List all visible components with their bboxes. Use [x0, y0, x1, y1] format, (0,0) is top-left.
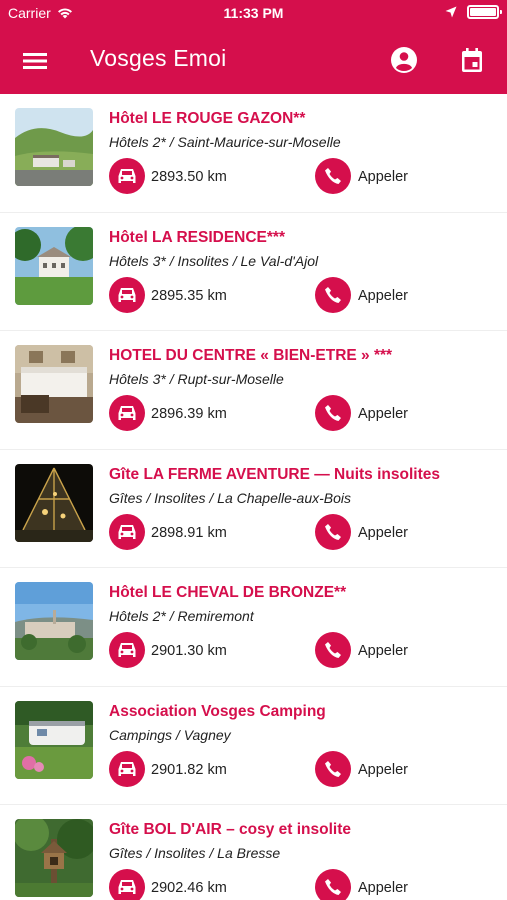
app-header: Carrier 11:33 PM Vosges Emoi [0, 0, 507, 94]
listing-categories: Gîtes / Insolites / La Bresse [109, 845, 281, 861]
phone-icon [325, 879, 341, 895]
car-icon [118, 524, 136, 539]
directions-button[interactable] [109, 276, 145, 313]
phone-icon [325, 523, 341, 540]
listing-distance: 2898.91 km [151, 524, 227, 541]
calendar-icon[interactable] [459, 47, 485, 73]
list-item[interactable]: Gîte BOL D'AIR – cosy et insolite Gîtes … [0, 805, 507, 900]
listing-thumbnail [15, 819, 93, 897]
listing-categories: Hôtels 3* / Rupt-sur-Moselle [109, 371, 284, 387]
directions-button[interactable] [109, 632, 145, 668]
phone-icon [325, 760, 341, 777]
car-icon [118, 761, 136, 776]
phone-icon [325, 405, 341, 421]
call-label[interactable]: Appeler [358, 762, 408, 778]
car-icon [118, 643, 136, 657]
listing-distance: 2901.30 km [151, 643, 227, 659]
listing-distance: 2895.35 km [151, 287, 227, 304]
listing-distance: 2901.82 km [151, 761, 227, 778]
directions-button[interactable] [109, 395, 145, 431]
directions-button[interactable] [109, 158, 145, 194]
list-item[interactable]: Hôtel LE CHEVAL DE BRONZE** Hôtels 2* / … [0, 568, 507, 687]
directions-button[interactable] [109, 750, 145, 787]
account-icon[interactable] [390, 46, 418, 74]
app-title: Vosges Emoi [90, 45, 227, 71]
listing-categories: Hôtels 2* / Saint-Maurice-sur-Moselle [109, 134, 341, 150]
call-label[interactable]: Appeler [358, 406, 408, 422]
call-label[interactable]: Appeler [358, 525, 408, 541]
list-item[interactable]: Gîte LA FERME AVENTURE — Nuits insolites… [0, 450, 507, 568]
call-label[interactable]: Appeler [358, 643, 408, 659]
call-label[interactable]: Appeler [358, 880, 408, 896]
listing-title: Hôtel LE ROUGE GAZON** [109, 110, 306, 127]
status-time: 11:33 PM [223, 5, 284, 21]
listing-list: Hôtel LE ROUGE GAZON** Hôtels 2* / Saint… [0, 94, 507, 900]
menu-icon[interactable] [22, 48, 48, 74]
car-icon [118, 406, 136, 420]
call-button[interactable] [315, 276, 351, 313]
status-bar: Carrier 11:33 PM [0, 0, 507, 28]
battery-icon [467, 5, 502, 19]
listing-thumbnail [15, 463, 93, 542]
car-icon [118, 169, 136, 183]
phone-icon [325, 168, 341, 184]
directions-button[interactable] [109, 513, 145, 550]
list-item[interactable]: Hôtel LE ROUGE GAZON** Hôtels 2* / Saint… [0, 94, 507, 213]
listing-distance: 2902.46 km [151, 880, 227, 896]
listing-categories: Hôtels 2* / Remiremont [109, 608, 254, 624]
listing-title: Hôtel LA RESIDENCE*** [109, 228, 285, 246]
listing-categories: Campings / Vagney [109, 726, 231, 743]
listing-thumbnail [15, 108, 93, 186]
status-right [445, 5, 502, 19]
call-button[interactable] [315, 750, 351, 787]
listing-distance: 2893.50 km [151, 169, 227, 185]
listing-title: Hôtel LE CHEVAL DE BRONZE** [109, 584, 347, 601]
call-label[interactable]: Appeler [358, 169, 408, 185]
listing-categories: Hôtels 3* / Insolites / Le Val-d'Ajol [109, 252, 319, 269]
directions-button[interactable] [109, 869, 145, 900]
listing-distance: 2896.39 km [151, 406, 227, 422]
call-button[interactable] [315, 513, 351, 550]
location-arrow-icon [445, 6, 457, 18]
list-item[interactable]: Hôtel LA RESIDENCE*** Hôtels 3* / Insoli… [0, 213, 507, 331]
list-item[interactable]: HOTEL DU CENTRE « BIEN-ETRE » *** Hôtels… [0, 331, 507, 450]
listing-categories: Gîtes / Insolites / La Chapelle-aux-Bois [109, 489, 352, 506]
call-button[interactable] [315, 395, 351, 431]
list-item[interactable]: Association Vosges Camping Campings / Va… [0, 687, 507, 805]
listing-title: Gîte LA FERME AVENTURE — Nuits insolites [109, 465, 440, 483]
call-button[interactable] [315, 632, 351, 668]
phone-icon [325, 286, 341, 303]
call-label[interactable]: Appeler [358, 288, 408, 304]
nav-bar: Vosges Emoi [0, 28, 507, 94]
listing-title: Association Vosges Camping [109, 702, 326, 720]
listing-thumbnail [15, 582, 93, 660]
listing-title: Gîte BOL D'AIR – cosy et insolite [109, 821, 351, 838]
call-button[interactable] [315, 869, 351, 900]
listing-thumbnail [15, 226, 93, 305]
call-button[interactable] [315, 158, 351, 194]
listing-title: HOTEL DU CENTRE « BIEN-ETRE » *** [109, 347, 393, 364]
car-icon [118, 287, 136, 302]
listing-thumbnail [15, 345, 93, 423]
phone-icon [325, 642, 341, 658]
car-icon [118, 880, 136, 894]
listing-thumbnail [15, 700, 93, 779]
